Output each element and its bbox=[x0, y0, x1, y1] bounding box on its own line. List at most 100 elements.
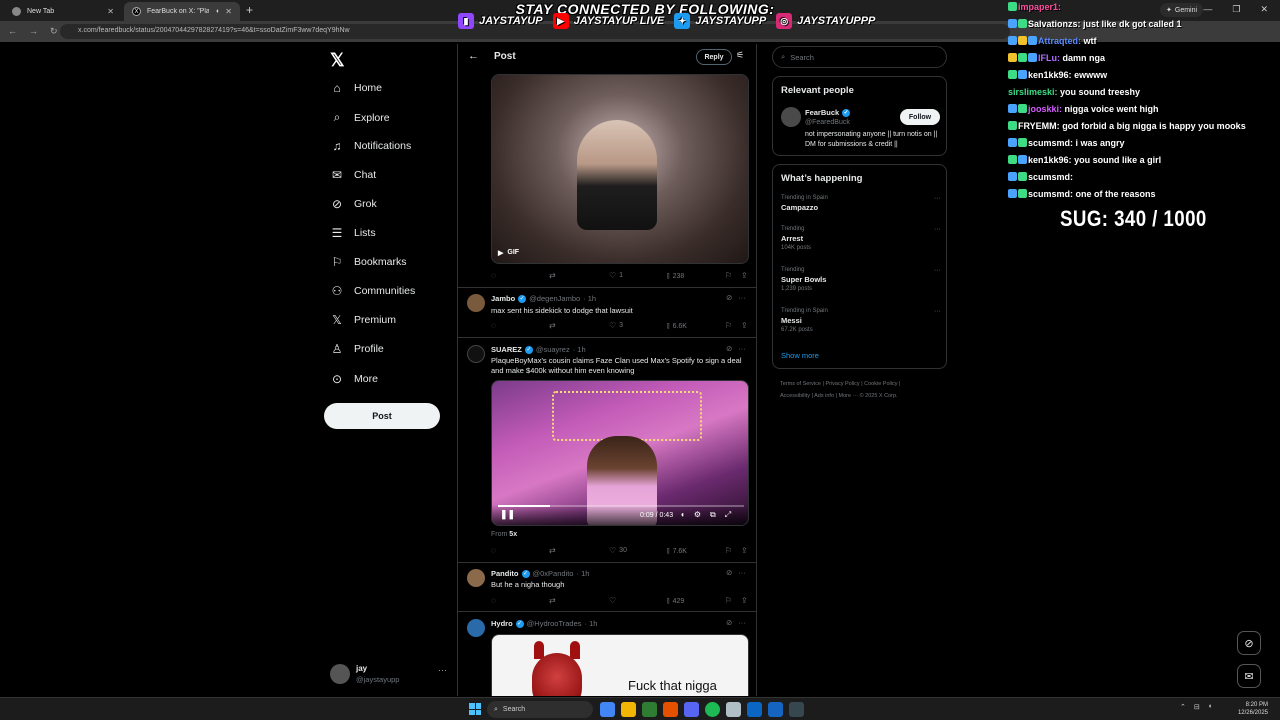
discord-icon[interactable] bbox=[684, 702, 699, 717]
more-dots-icon[interactable]: ··· bbox=[934, 226, 941, 233]
nav-premium[interactable]: 𝕏 Premium bbox=[330, 313, 396, 327]
grok-icon[interactable]: ⊘ bbox=[726, 293, 732, 302]
reply-action[interactable]: ◌ bbox=[491, 596, 496, 605]
more-dots-icon[interactable]: ··· bbox=[438, 665, 447, 675]
author-handle[interactable]: @HydrooTrades bbox=[527, 619, 582, 628]
gemini-button[interactable]: ✦ Gemini bbox=[1160, 3, 1204, 17]
image-media[interactable]: Fuck that nigga bbox=[491, 634, 749, 696]
spotify-icon[interactable] bbox=[705, 702, 720, 717]
video-player[interactable]: ❚❚ 0:09 / 0:43 ◖ ⚙ ⧉ ⤢ bbox=[491, 380, 749, 526]
tab-fearbuck[interactable]: X FearBuck on X: "PlaqueBoy ◖ ✕ bbox=[124, 2, 240, 21]
volume-icon[interactable]: ◖ bbox=[680, 510, 685, 520]
back-arrow-icon[interactable]: ← bbox=[468, 50, 479, 62]
views-action[interactable]: ⫾ 429 bbox=[667, 596, 684, 606]
retweet-action[interactable]: ⇄ bbox=[549, 546, 556, 555]
like-action[interactable]: ♡ 1 bbox=[609, 271, 623, 280]
follow-button[interactable]: Follow bbox=[900, 109, 940, 125]
nav-home[interactable]: ⌂ Home bbox=[330, 81, 382, 95]
views-action[interactable]: ⫾ 6.6K bbox=[667, 321, 687, 331]
author-name[interactable]: Pandito bbox=[491, 569, 519, 578]
network-icon[interactable]: ⊟ bbox=[1194, 703, 1200, 711]
retweet-action[interactable]: ⇄ bbox=[549, 596, 556, 605]
share-action[interactable]: ⇪ bbox=[741, 546, 748, 555]
author-handle[interactable]: @suayrez bbox=[536, 345, 570, 354]
trend-item[interactable]: Trending in Spain Messi 67.2K posts ··· bbox=[781, 308, 941, 333]
reply-action[interactable]: ◌ bbox=[491, 321, 496, 330]
person-handle[interactable]: @FearedBuck bbox=[805, 119, 850, 126]
share-action[interactable]: ⇪ bbox=[741, 271, 748, 280]
nav-notifications[interactable]: ♫ Notifications bbox=[330, 139, 412, 153]
taskbar-clock[interactable]: 8:20 PM 12/26/2025 bbox=[1234, 701, 1268, 717]
like-action[interactable]: ♡ 30 bbox=[609, 546, 627, 555]
video-progress-bar[interactable] bbox=[498, 505, 744, 507]
share-action[interactable]: ⇪ bbox=[741, 321, 748, 330]
like-action[interactable]: ♡ bbox=[609, 596, 619, 605]
nav-explore[interactable]: ⌕ Explore bbox=[330, 110, 390, 125]
more-dots-icon[interactable]: ··· bbox=[738, 568, 746, 577]
reload-icon[interactable]: ↻ bbox=[50, 26, 58, 37]
footer-line[interactable]: Terms of Service | Privacy Policy | Cook… bbox=[780, 378, 950, 390]
more-dots-icon[interactable]: ··· bbox=[738, 293, 746, 302]
show-more-link[interactable]: Show more bbox=[781, 351, 819, 360]
x-logo-icon[interactable]: 𝕏 bbox=[330, 50, 345, 71]
search-input[interactable]: ⌕ Search bbox=[772, 46, 947, 68]
more-dots-icon[interactable]: ··· bbox=[738, 344, 746, 353]
app-icon[interactable] bbox=[768, 702, 783, 717]
minimize-button[interactable]: — bbox=[1203, 4, 1212, 15]
tab-new-tab[interactable]: New Tab ✕ bbox=[4, 2, 122, 21]
more-dots-icon[interactable]: ··· bbox=[934, 267, 941, 274]
views-action[interactable]: ⫾ 7.6K bbox=[667, 546, 687, 556]
nav-chat[interactable]: ✉ Chat bbox=[330, 168, 376, 182]
views-action[interactable]: ⫾ 238 bbox=[667, 271, 684, 281]
chevron-up-icon[interactable]: ⌃ bbox=[1180, 703, 1186, 711]
terminal-icon[interactable] bbox=[642, 702, 657, 717]
messages-float-button[interactable]: ✉ bbox=[1237, 664, 1261, 688]
author-name[interactable]: SUAREZ bbox=[491, 345, 522, 354]
close-icon[interactable]: ✕ bbox=[107, 7, 114, 16]
avatar[interactable] bbox=[467, 619, 485, 637]
bookmark-action[interactable]: ⚐ bbox=[725, 271, 732, 280]
nav-lists[interactable]: ☰ Lists bbox=[330, 226, 376, 240]
back-arrow-icon[interactable]: ← bbox=[8, 26, 17, 37]
grok-float-button[interactable]: ⊘ bbox=[1237, 631, 1261, 655]
nav-communities[interactable]: ⚇ Communities bbox=[330, 284, 416, 298]
from-link[interactable]: 5x bbox=[509, 531, 517, 538]
reply-button[interactable]: Reply bbox=[696, 49, 732, 65]
windows-start-icon[interactable] bbox=[469, 703, 481, 715]
nav-grok[interactable]: ⊘ Grok bbox=[330, 197, 377, 211]
grok-icon[interactable]: ⊘ bbox=[726, 618, 732, 627]
nav-more[interactable]: ⊙ More bbox=[330, 372, 378, 386]
more-dots-icon[interactable]: ··· bbox=[934, 195, 941, 202]
chrome-icon[interactable] bbox=[600, 702, 615, 717]
new-tab-button[interactable]: + bbox=[246, 3, 253, 17]
reply-action[interactable]: ◌ bbox=[491, 271, 496, 280]
trend-item[interactable]: Trending in Spain Campazzo ··· bbox=[781, 195, 941, 212]
fullscreen-icon[interactable]: ⤢ bbox=[725, 510, 731, 520]
bookmark-action[interactable]: ⚐ bbox=[725, 546, 732, 555]
author-handle[interactable]: @degenJambo bbox=[529, 294, 580, 303]
close-icon[interactable]: ✕ bbox=[225, 7, 232, 16]
nav-profile[interactable]: ♙ Profile bbox=[330, 342, 384, 356]
vlc-icon[interactable] bbox=[663, 702, 678, 717]
reply-action[interactable]: ◌ bbox=[491, 546, 496, 555]
author-handle[interactable]: @0xPandito bbox=[533, 569, 574, 578]
pip-icon[interactable]: ⧉ bbox=[710, 510, 716, 520]
nav-bookmarks[interactable]: ⚐ Bookmarks bbox=[330, 255, 407, 269]
avatar[interactable] bbox=[781, 107, 801, 127]
trend-item[interactable]: Trending Arrest 104K posts ··· bbox=[781, 226, 941, 251]
more-dots-icon[interactable]: ··· bbox=[934, 308, 941, 315]
post-button[interactable]: Post bbox=[324, 403, 440, 429]
author-name[interactable]: Hydro bbox=[491, 619, 513, 628]
folder-icon[interactable] bbox=[621, 702, 636, 717]
share-action[interactable]: ⇪ bbox=[741, 596, 748, 605]
retweet-action[interactable]: ⇄ bbox=[549, 271, 556, 280]
more-dots-icon[interactable]: ··· bbox=[738, 618, 746, 627]
volume-icon[interactable]: ◖ bbox=[1208, 703, 1212, 711]
pause-icon[interactable]: ❚❚ bbox=[500, 509, 515, 520]
account-switcher[interactable]: jay @jaystayupp ··· bbox=[330, 662, 450, 686]
close-window-button[interactable]: ✕ bbox=[1260, 4, 1268, 15]
speaker-icon[interactable]: ◖ bbox=[215, 8, 219, 15]
edge-icon[interactable] bbox=[747, 702, 762, 717]
app-icon[interactable] bbox=[726, 702, 741, 717]
bookmark-action[interactable]: ⚐ bbox=[725, 596, 732, 605]
